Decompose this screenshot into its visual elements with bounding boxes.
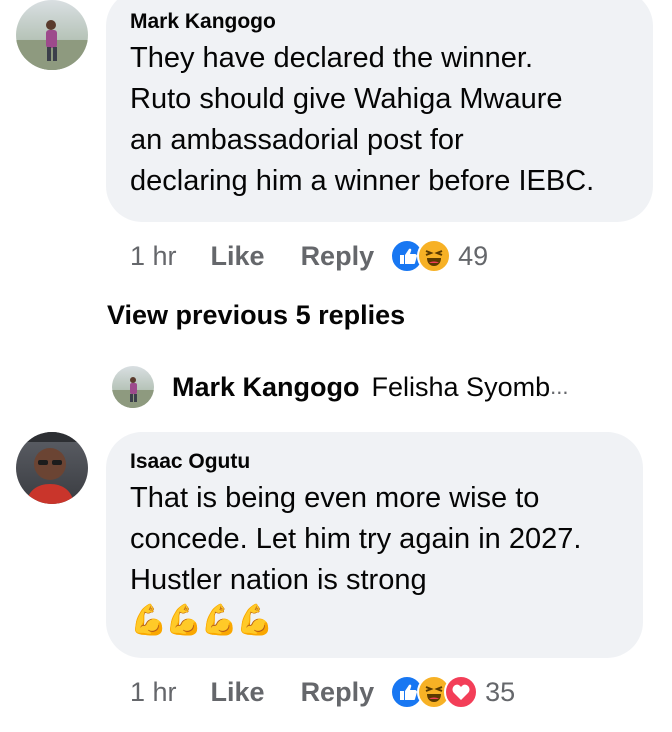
comment-text: That is being even more wise to concede.…	[130, 478, 643, 641]
reply-preview-snippet: Felisha Syomb	[371, 371, 551, 402]
comment-author[interactable]: Mark Kangogo	[130, 10, 653, 34]
flexed-biceps-emoji: 💪💪💪💪	[130, 604, 273, 637]
comment-time[interactable]: 1 hr	[130, 241, 177, 272]
avatar-mark-kangogo-small	[112, 366, 154, 408]
comment-line: concede. Let him try again in 2027.	[130, 523, 582, 555]
avatar-mark-kangogo[interactable]	[16, 0, 88, 70]
reply-button[interactable]: Reply	[301, 241, 375, 272]
reply-preview-ellipsis: ...	[550, 374, 569, 399]
reply-preview-author[interactable]: Mark Kangogo	[172, 372, 360, 403]
like-button[interactable]: Like	[211, 677, 265, 708]
comment-bubble: Isaac Ogutu That is being even more wise…	[106, 432, 643, 658]
reply-button[interactable]: Reply	[301, 677, 375, 708]
person-standing-icon	[112, 377, 154, 408]
reaction-count: 35	[485, 676, 516, 707]
avatar-isaac-ogutu[interactable]	[16, 432, 88, 504]
person-portrait-icon	[16, 432, 88, 504]
comment-line: That is being even more wise to	[130, 482, 540, 514]
comment-line: an ambassadorial post for	[130, 124, 464, 156]
haha-icon	[417, 239, 452, 273]
view-previous-replies-link[interactable]: View previous 5 replies	[107, 300, 405, 331]
comment-actions: 1 hr Like Reply 49	[130, 236, 488, 276]
like-button[interactable]: Like	[211, 241, 265, 272]
reply-preview[interactable]: Mark Kangogo Felisha Syomb...	[112, 366, 568, 408]
love-icon	[444, 675, 479, 709]
comment-line: Ruto should give Wahiga Mwaure	[130, 83, 563, 115]
reactions-summary[interactable]: 49	[390, 239, 488, 273]
comment-line: They have declared the winner.	[130, 42, 534, 74]
comment-text: They have declared the winner. Ruto shou…	[130, 38, 653, 202]
comment-time[interactable]: 1 hr	[130, 677, 177, 708]
comment-author[interactable]: Isaac Ogutu	[130, 450, 643, 474]
comment-line: declaring him a winner before IEBC.	[130, 165, 595, 197]
reaction-count: 49	[458, 240, 489, 271]
comment-line: Hustler nation is strong	[130, 564, 427, 596]
comment-bubble: Mark Kangogo They have declared the winn…	[106, 0, 653, 222]
person-standing-icon	[16, 20, 88, 70]
reactions-summary[interactable]: 35	[390, 675, 515, 709]
comment-actions: 1 hr Like Reply 35	[130, 672, 515, 712]
